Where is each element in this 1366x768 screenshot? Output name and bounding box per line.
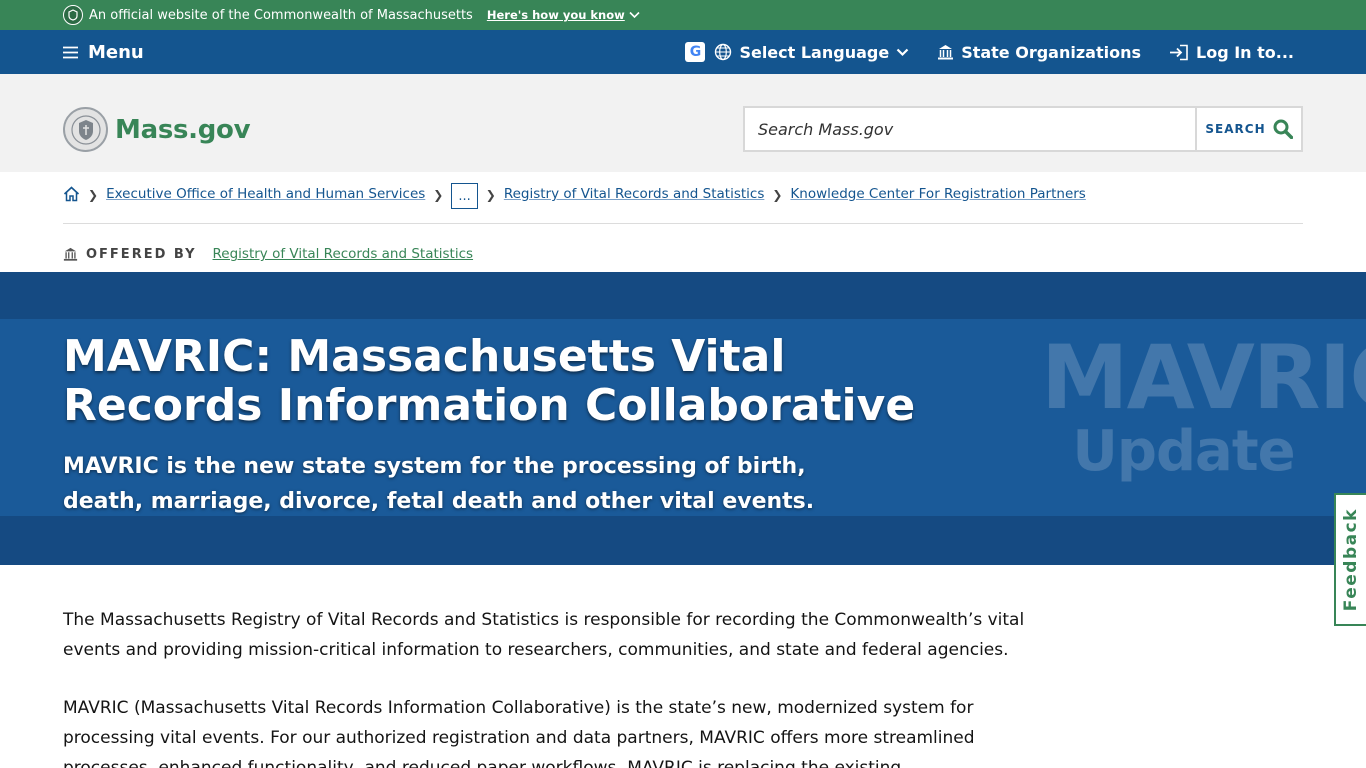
- login-icon: [1170, 44, 1188, 60]
- search-button-label: SEARCH: [1205, 122, 1266, 136]
- breadcrumb-expand-button[interactable]: ...: [451, 183, 478, 209]
- watermark-line-1: MAVRIC: [1041, 326, 1366, 429]
- search-input[interactable]: [745, 108, 1195, 150]
- site-logo[interactable]: Mass.gov: [63, 107, 251, 152]
- globe-icon: [715, 43, 732, 61]
- state-organizations-label: State Organizations: [961, 42, 1141, 62]
- page-subtitle: MAVRIC is the new state system for the p…: [63, 454, 815, 514]
- chevron-right-icon: ❯: [772, 188, 783, 202]
- page-title: MAVRIC: Massachusetts Vital Records Info…: [63, 331, 916, 431]
- chevron-right-icon: ❯: [485, 188, 496, 202]
- main-content: The Massachusetts Registry of Vital Reco…: [63, 605, 1038, 768]
- official-banner: An official website of the Commonwealth …: [0, 0, 1366, 30]
- feedback-button[interactable]: Feedback: [1334, 493, 1366, 626]
- site-search: SEARCH: [743, 106, 1303, 152]
- language-label: Select Language: [739, 42, 890, 62]
- seal-icon: [63, 5, 83, 25]
- breadcrumb-link-registry[interactable]: Registry of Vital Records and Statistics: [504, 186, 765, 202]
- breadcrumb-link-eohhs[interactable]: Executive Office of Health and Human Ser…: [106, 186, 425, 202]
- page-banner: MAVRIC Update MAVRIC: Massachusetts Vita…: [0, 272, 1366, 565]
- google-icon: G: [685, 42, 706, 62]
- chevron-down-icon: [629, 11, 640, 19]
- content-paragraph: The Massachusetts Registry of Vital Reco…: [63, 610, 1025, 660]
- chevron-right-icon: ❯: [433, 188, 444, 202]
- hamburger-icon: [63, 46, 78, 58]
- building-icon: [938, 44, 954, 59]
- official-banner-text: An official website of the Commonwealth …: [89, 7, 473, 23]
- logo-text: Mass.gov: [115, 114, 251, 145]
- menu-button[interactable]: Menu: [63, 42, 144, 63]
- commonwealth-seal-icon: [63, 107, 108, 152]
- site-header: Mass.gov SEARCH: [0, 74, 1366, 172]
- menu-label: Menu: [88, 41, 144, 63]
- login-button[interactable]: Log In to...: [1169, 43, 1294, 62]
- chevron-right-icon: ❯: [88, 188, 99, 202]
- login-label: Log In to...: [1196, 42, 1294, 62]
- search-icon: [1273, 119, 1293, 139]
- breadcrumb: ❯ Executive Office of Health and Human S…: [63, 183, 1303, 224]
- breadcrumb-link-knowledge-center[interactable]: Knowledge Center For Registration Partne…: [790, 186, 1085, 202]
- chevron-down-icon: [896, 48, 909, 56]
- utility-nav: Menu G Select Language State Organizatio…: [0, 30, 1366, 74]
- home-icon[interactable]: [63, 186, 80, 206]
- offered-by-label: OFFERED BY: [86, 246, 197, 262]
- state-organizations-button[interactable]: State Organizations: [937, 43, 1141, 62]
- building-icon: [63, 247, 78, 261]
- how-you-know-label: Here's how you know: [486, 8, 625, 22]
- watermark-line-2: Update: [1072, 419, 1295, 484]
- search-button[interactable]: SEARCH: [1195, 108, 1301, 150]
- offered-by-org-link[interactable]: Registry of Vital Records and Statistics: [213, 246, 474, 262]
- feedback-label: Feedback: [1341, 507, 1361, 612]
- language-selector[interactable]: G Select Language: [685, 42, 909, 62]
- content-paragraph: MAVRIC (Massachusetts Vital Records Info…: [63, 698, 975, 768]
- offered-by: OFFERED BY Registry of Vital Records and…: [63, 246, 473, 262]
- mavric-update-watermark: MAVRIC Update: [1041, 326, 1366, 484]
- how-you-know-button[interactable]: Here's how you know: [487, 8, 640, 22]
